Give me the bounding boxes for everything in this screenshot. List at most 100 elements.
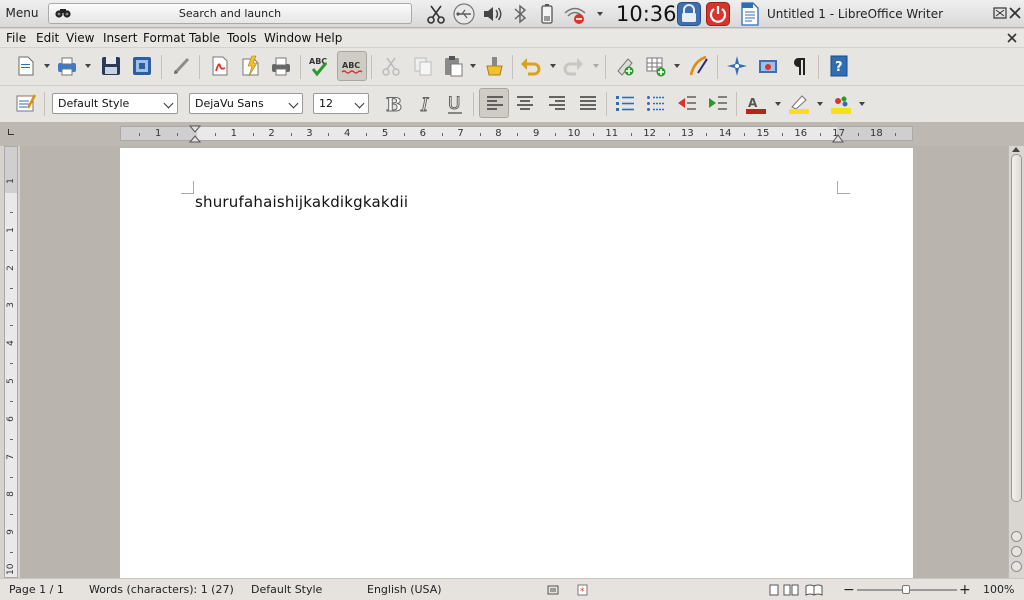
cut-icon[interactable] [380,55,402,77]
align-right-icon[interactable] [546,93,568,115]
print-chevron-down-icon[interactable] [85,64,91,68]
horizontal-ruler[interactable]: 1 1 2 3 4 5 6 7 8 9 10 11 12 13 14 15 16 17 18 [120,126,913,141]
highlight-icon[interactable] [788,93,810,115]
help-icon[interactable]: ? [828,55,850,77]
document-page[interactable] [120,148,913,588]
search-launch-bar[interactable]: Search and launch [48,3,412,24]
spellcheck-icon[interactable]: ABC [308,55,330,77]
tray-chevron-down-icon[interactable] [597,12,603,16]
new-document-chevron-down-icon[interactable] [44,64,50,68]
menu-help[interactable]: Help [315,30,342,46]
left-indent-marker-icon[interactable] [189,125,201,143]
decrease-indent-icon[interactable] [676,93,698,115]
insert-table-chevron-down-icon[interactable] [674,64,680,68]
zoom-in-icon[interactable]: + [959,579,971,600]
menu-insert[interactable]: Insert [103,30,137,46]
clone-formatting-icon[interactable] [483,55,505,77]
zoom-level[interactable]: 100% [983,579,1014,600]
usb-device-icon[interactable] [452,3,476,25]
document-text[interactable]: shurufahaishijkakdikgkakdii [195,192,408,212]
save-as-icon[interactable] [131,55,153,77]
volume-icon[interactable] [481,3,505,25]
bold-icon[interactable]: B [382,93,404,116]
background-color-icon[interactable] [830,93,852,115]
applications-menu-button[interactable]: Menu [2,3,42,24]
menu-file[interactable]: File [6,30,26,46]
page-style-status[interactable]: Default Style [251,579,322,600]
print-preview-icon[interactable] [270,55,292,77]
direct-export-icon[interactable] [240,55,262,77]
menu-view[interactable]: View [66,30,94,46]
undo-icon[interactable] [520,55,542,77]
paste-icon[interactable] [442,55,464,77]
redo-icon[interactable] [562,55,584,77]
underline-icon[interactable]: U [444,93,466,115]
next-page-icon[interactable] [1011,561,1022,572]
redo-chevron-down-icon[interactable] [593,64,599,68]
increase-indent-icon[interactable] [707,93,729,115]
font-color-icon[interactable]: A [745,93,767,115]
undo-chevron-down-icon[interactable] [550,64,556,68]
language-status[interactable]: English (USA) [367,579,442,600]
lock-screen-icon[interactable] [677,2,701,26]
previous-page-icon[interactable] [1011,531,1022,542]
single-page-view-icon[interactable] [768,584,780,596]
vertical-ruler[interactable]: 1 1 2 3 4 5 6 7 8 9 10 [4,146,18,578]
font-size-combo[interactable]: 12 [313,93,369,114]
tab-stop-type-icon[interactable] [8,129,14,135]
font-color-chevron-down-icon[interactable] [775,102,781,106]
network-disconnected-icon[interactable] [562,3,590,25]
menu-table[interactable]: Table [189,30,220,46]
paragraph-style-combo[interactable]: Default Style [52,93,178,114]
scissors-icon[interactable] [426,3,446,25]
page-count-status[interactable]: Page 1 / 1 [9,579,64,600]
export-pdf-icon[interactable] [209,55,231,77]
writer-document-icon[interactable] [739,2,761,26]
print-icon[interactable] [56,55,78,77]
styles-icon[interactable] [15,92,37,114]
gallery-icon[interactable] [757,55,779,77]
copy-icon[interactable] [412,55,434,77]
italic-icon[interactable]: I [414,93,436,116]
numbered-list-icon[interactable] [614,93,636,115]
bluetooth-icon[interactable] [511,3,529,25]
insert-table-icon[interactable] [645,55,667,77]
navigator-icon[interactable] [726,55,748,77]
new-document-icon[interactable] [15,55,37,77]
book-view-icon[interactable] [805,584,823,596]
paste-chevron-down-icon[interactable] [470,64,476,68]
battery-icon[interactable] [539,3,555,25]
align-left-toggle[interactable] [479,88,509,118]
menu-window[interactable]: Window [264,30,311,46]
draw-functions-icon[interactable] [688,55,710,77]
justify-icon[interactable] [577,93,599,115]
selection-mode-icon[interactable] [547,584,559,596]
menu-tools[interactable]: Tools [227,30,257,46]
word-count-status[interactable]: Words (characters): 1 (27) [89,579,234,600]
background-color-chevron-down-icon[interactable] [859,102,865,106]
edit-mode-icon[interactable] [171,55,193,77]
formatting-marks-icon[interactable] [788,55,810,77]
vertical-scrollbar[interactable] [1008,146,1024,578]
zoom-out-icon[interactable]: − [843,579,855,600]
close-document-icon[interactable] [1006,32,1018,44]
font-name-combo[interactable]: DejaVu Sans [189,93,303,114]
power-icon[interactable] [706,2,730,26]
right-indent-marker-icon[interactable] [832,131,844,143]
zoom-slider-knob[interactable] [902,585,910,594]
multi-page-view-icon[interactable] [783,584,799,596]
menu-edit[interactable]: Edit [36,30,59,46]
menu-format[interactable]: Format [143,30,185,46]
insert-image-icon[interactable] [614,55,636,77]
scroll-up-icon[interactable] [1012,147,1020,152]
document-modified-icon[interactable]: * [577,584,589,596]
panel-clock[interactable]: 10:36 [616,0,677,28]
autospellcheck-toggle[interactable]: ABC [337,51,367,81]
scrollbar-thumb[interactable] [1011,154,1022,502]
bullet-list-icon[interactable] [645,93,667,115]
close-window-icon[interactable] [1008,6,1022,20]
navigation-icon[interactable] [1011,546,1022,557]
restore-window-icon[interactable] [993,6,1007,20]
save-icon[interactable] [100,55,122,77]
highlight-chevron-down-icon[interactable] [817,102,823,106]
